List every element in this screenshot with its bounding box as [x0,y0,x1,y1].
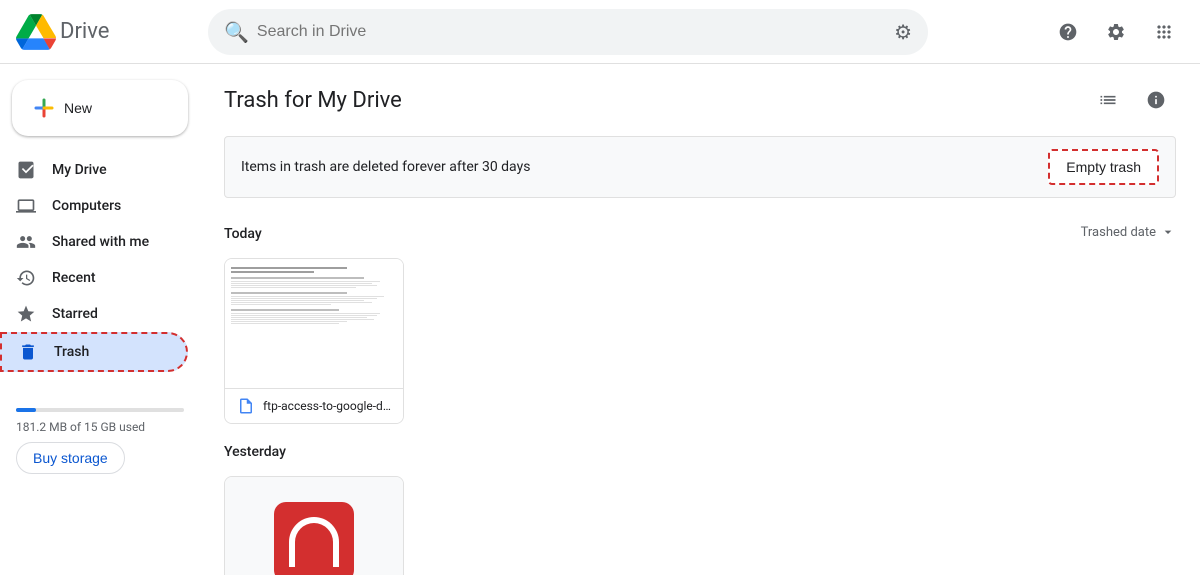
app-name: Drive [60,19,109,44]
filter-icon[interactable]: ⚙ [894,20,912,44]
settings-button[interactable] [1096,12,1136,52]
info-button[interactable] [1136,80,1176,120]
today-section-header: Today Trashed date [224,214,1176,250]
empty-trash-button[interactable]: Empty trash [1048,149,1159,185]
file-preview [225,259,403,389]
apps-button[interactable] [1144,12,1184,52]
sidebar-item-label: Trash [54,344,89,360]
topbar-right [1048,12,1184,52]
drive-logo-icon [16,12,56,52]
storage-bar-background [16,408,184,412]
trash-notice-text: Items in trash are deleted forever after… [241,159,530,175]
file-name: ftp-access-to-google-driv... [263,399,391,413]
trash-icon [18,342,38,362]
sidebar: New My Drive Computers Shared with me Re… [0,64,200,575]
sort-label-text: Trashed date [1081,225,1156,240]
sidebar-item-trash[interactable]: Trash [0,332,188,372]
sidebar-item-recent[interactable]: Recent [0,260,188,296]
search-input[interactable] [257,23,886,41]
settings-icon [1106,22,1126,42]
files-section: Today Trashed date [200,206,1200,575]
yesterday-section: Yesterday app-file [224,444,1176,575]
file-preview [225,477,403,575]
storage-section: 181.2 MB of 15 GB used Buy storage [0,392,200,482]
shared-icon [16,232,36,252]
page-title: Trash for My Drive [224,88,402,113]
sidebar-item-my-drive[interactable]: My Drive [0,152,188,188]
file-card[interactable]: ftp-access-to-google-driv... [224,258,404,424]
trash-notice-bar: Items in trash are deleted forever after… [224,136,1176,198]
starred-icon [16,304,36,324]
main-layout: New My Drive Computers Shared with me Re… [0,64,1200,575]
file-card[interactable]: app-file [224,476,404,575]
doc-file-icon [237,397,255,415]
file-footer: ftp-access-to-google-driv... [225,389,403,423]
storage-used-text: 181.2 MB of 15 GB used [16,420,184,434]
content-header: Trash for My Drive [200,64,1200,128]
computers-icon [16,196,36,216]
yesterday-label: Yesterday [224,444,1176,460]
today-label: Today [224,226,262,242]
sort-control[interactable]: Trashed date [1081,224,1176,240]
buy-storage-button[interactable]: Buy storage [16,442,125,474]
new-button-label: New [64,100,92,116]
sidebar-item-label: Recent [52,270,96,286]
content-area: Trash for My Drive Items in trash are de… [200,64,1200,575]
sidebar-item-label: My Drive [52,162,107,178]
sidebar-item-computers[interactable]: Computers [0,188,188,224]
app-icon-inner [289,517,339,567]
new-plus-icon [32,96,56,120]
topbar: Drive 🔍 ⚙ [0,0,1200,64]
my-drive-icon [16,160,36,180]
sort-chevron-icon [1160,224,1176,240]
sidebar-item-shared[interactable]: Shared with me [0,224,188,260]
list-view-button[interactable] [1088,80,1128,120]
header-icons [1088,80,1176,120]
list-view-icon [1098,90,1118,110]
search-icon: 🔍 [224,20,249,44]
today-file-grid: ftp-access-to-google-driv... [224,250,1176,432]
new-button[interactable]: New [12,80,188,136]
help-button[interactable] [1048,12,1088,52]
sidebar-item-label: Starred [52,306,98,322]
help-icon [1058,22,1078,42]
sidebar-item-label: Shared with me [52,234,149,250]
app-icon-preview [274,502,354,575]
sidebar-item-label: Computers [52,198,121,214]
storage-bar-fill [16,408,36,412]
info-icon [1146,90,1166,110]
logo-area: Drive [16,12,196,52]
yesterday-file-grid: app-file [224,468,1176,575]
search-bar[interactable]: 🔍 ⚙ [208,9,928,55]
recent-icon [16,268,36,288]
today-section: Today Trashed date [224,214,1176,432]
apps-icon [1154,22,1174,42]
sidebar-item-starred[interactable]: Starred [0,296,188,332]
